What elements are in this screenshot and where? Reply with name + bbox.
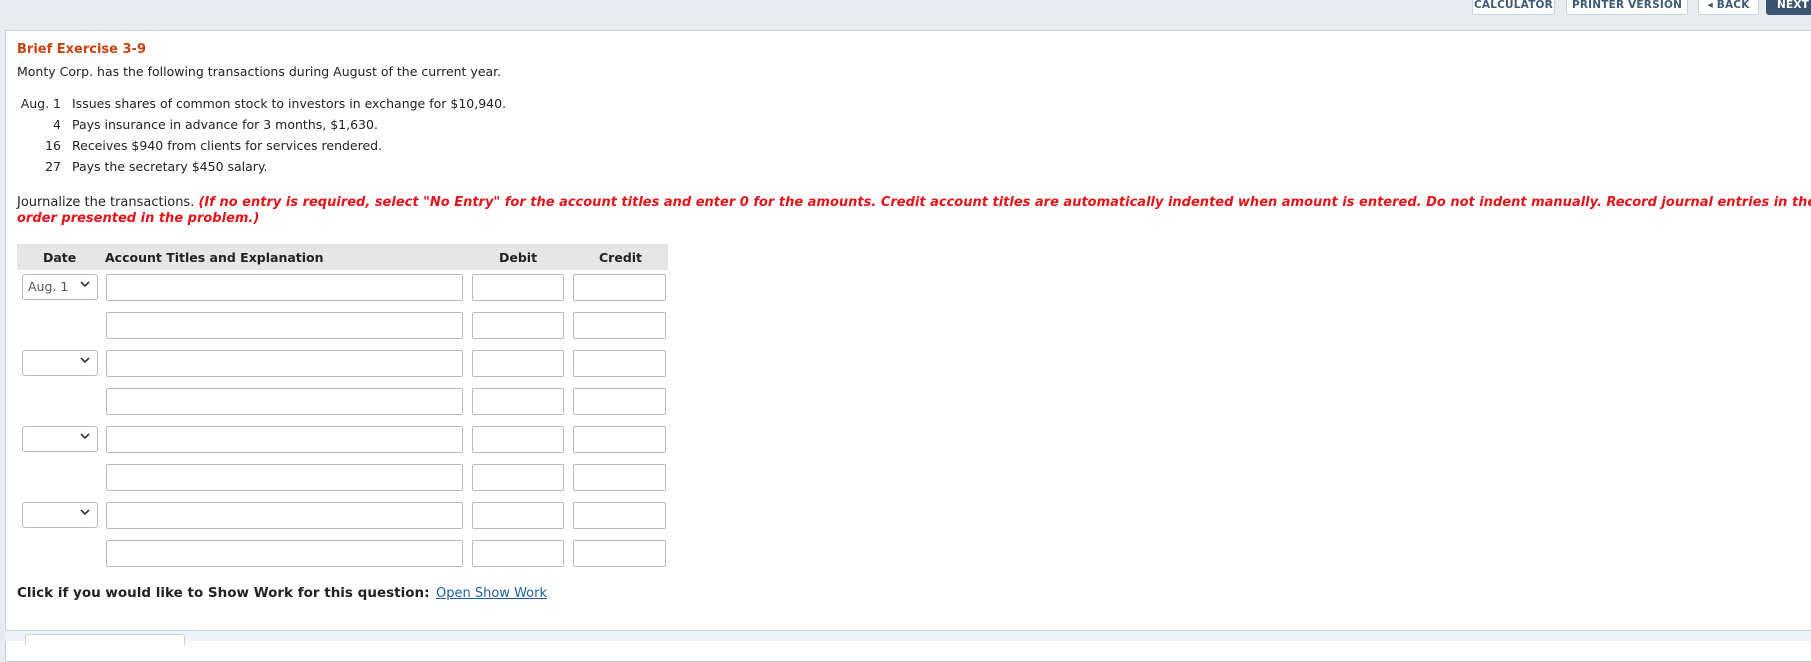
date-select[interactable] [22, 502, 98, 528]
debit-input[interactable] [472, 312, 564, 339]
transaction-text: Issues shares of common stock to investo… [72, 96, 507, 111]
chevron-down-icon [80, 433, 90, 440]
header-credit: Credit [599, 250, 643, 265]
credit-input[interactable] [573, 350, 666, 377]
exercise-intro: Monty Corp. has the following transactio… [17, 64, 502, 79]
account-title-input[interactable] [106, 350, 463, 377]
caret-left-icon: ◂ [1707, 0, 1713, 11]
transaction-text: Pays the secretary $450 salary. [72, 159, 268, 174]
credit-input[interactable] [573, 540, 666, 567]
instructions-note: (If no entry is required, select "No Ent… [17, 195, 1811, 226]
account-title-input[interactable] [106, 274, 463, 301]
top-toolbar: CALCULATOR PRINTER VERSION ◂ BACK NEXT [0, 0, 1811, 17]
transaction-text: Pays insurance in advance for 3 months, … [72, 117, 378, 132]
header-debit: Debit [499, 250, 538, 265]
date-select[interactable] [22, 350, 98, 376]
journal-table-header: Date Account Titles and Explanation Debi… [17, 244, 668, 270]
transaction-date: 27 [45, 159, 61, 174]
debit-input[interactable] [472, 464, 564, 491]
panel-bottom-edge [5, 630, 1811, 641]
chevron-down-icon [80, 281, 90, 288]
credit-input[interactable] [573, 274, 666, 301]
header-date: Date [43, 250, 77, 265]
date-select[interactable] [22, 426, 98, 452]
debit-input[interactable] [472, 540, 564, 567]
header-account-titles: Account Titles and Explanation [105, 250, 324, 265]
account-title-input[interactable] [106, 312, 463, 339]
show-work-prompt: Click if you would like to Show Work for… [17, 585, 430, 601]
account-title-input[interactable] [106, 388, 463, 415]
date-select[interactable]: Aug. 1 [22, 274, 98, 300]
back-label: BACK [1716, 0, 1750, 11]
chevron-down-icon [80, 357, 90, 364]
account-title-input[interactable] [106, 426, 463, 453]
open-show-work-link[interactable]: Open Show Work [436, 586, 547, 601]
transaction-date: 4 [53, 117, 61, 132]
calculator-button[interactable]: CALCULATOR [1472, 0, 1555, 15]
account-title-input[interactable] [106, 502, 463, 529]
printer-version-button[interactable]: PRINTER VERSION [1566, 0, 1688, 15]
transaction-date: 16 [45, 138, 61, 153]
debit-input[interactable] [472, 388, 564, 415]
chevron-down-icon [80, 509, 90, 516]
credit-input[interactable] [573, 312, 666, 339]
credit-input[interactable] [573, 464, 666, 491]
date-select-value: Aug. 1 [28, 279, 69, 294]
instructions: Journalize the transactions. (If no entr… [17, 195, 1811, 227]
credit-input[interactable] [573, 388, 666, 415]
instructions-lead: Journalize the transactions. [17, 195, 195, 210]
credit-input[interactable] [573, 426, 666, 453]
next-button[interactable]: NEXT [1766, 0, 1811, 15]
credit-input[interactable] [573, 502, 666, 529]
transaction-date: Aug. 1 [20, 96, 61, 111]
back-button[interactable]: ◂ BACK [1698, 0, 1759, 15]
debit-input[interactable] [472, 350, 564, 377]
exercise-title: Brief Exercise 3-9 [17, 42, 146, 57]
debit-input[interactable] [472, 274, 564, 301]
debit-input[interactable] [472, 502, 564, 529]
transaction-text: Receives $940 from clients for services … [72, 138, 383, 153]
debit-input[interactable] [472, 426, 564, 453]
account-title-input[interactable] [106, 540, 463, 567]
account-title-input[interactable] [106, 464, 463, 491]
